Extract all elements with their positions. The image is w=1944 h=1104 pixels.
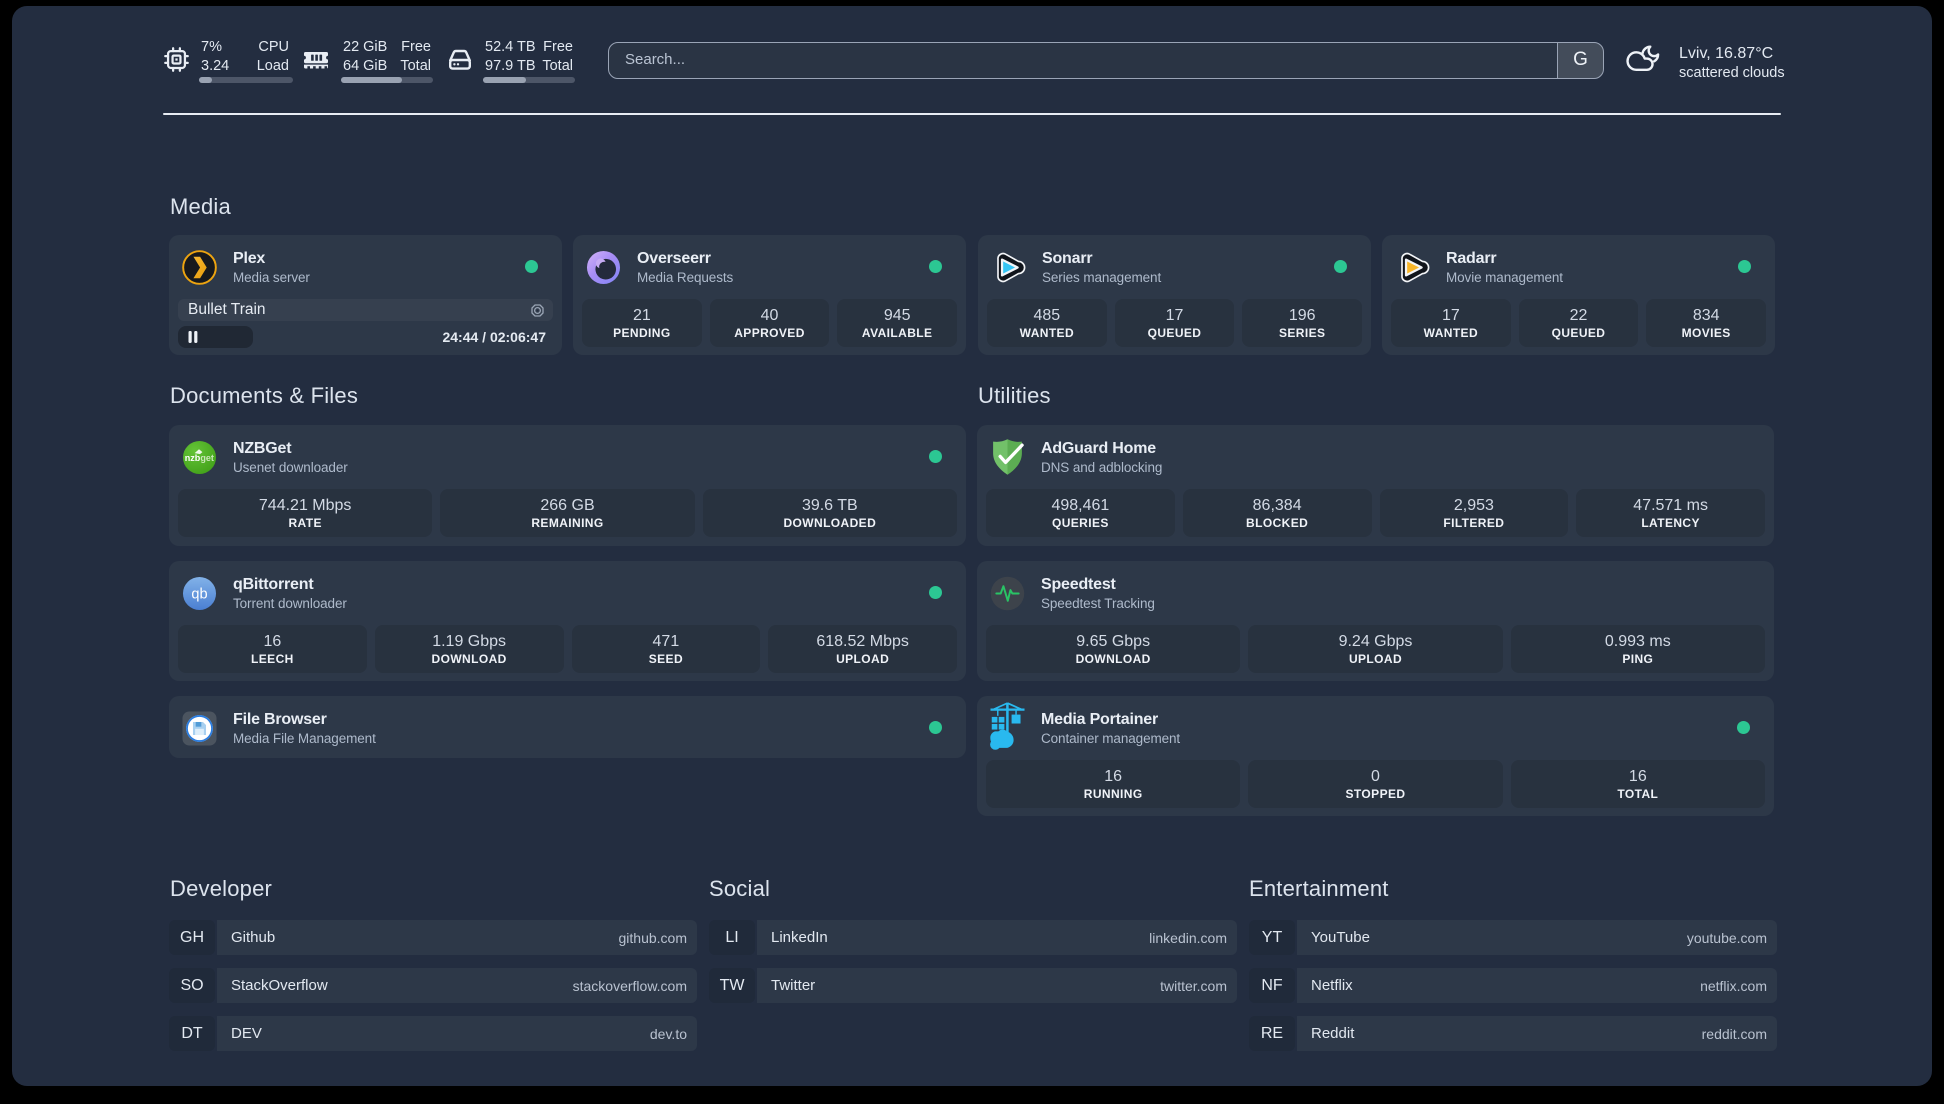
svg-text:nzbget: nzbget <box>185 453 214 463</box>
svg-text:qb: qb <box>191 586 207 602</box>
